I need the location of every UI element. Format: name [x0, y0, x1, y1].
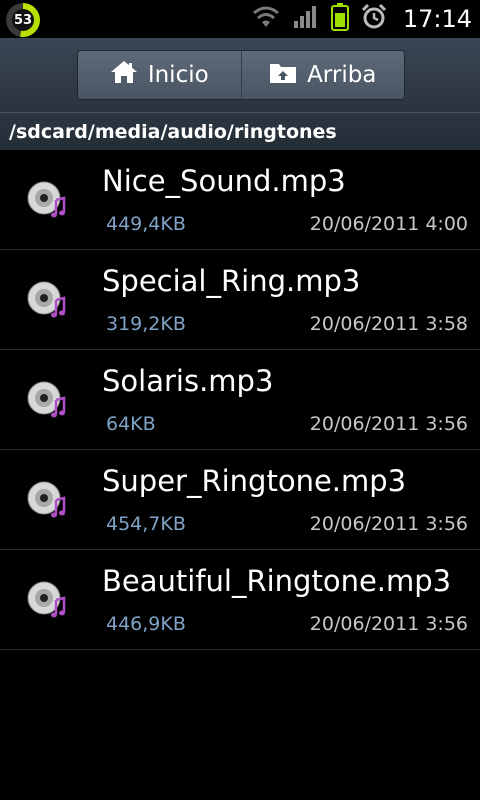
audio-file-icon [26, 380, 68, 420]
home-button[interactable]: Inicio [78, 51, 241, 99]
file-size: 446,9KB [106, 613, 186, 635]
alarm-icon [361, 3, 387, 34]
audio-file-icon [26, 580, 68, 620]
battery-widget: 53 [6, 3, 40, 37]
file-row[interactable]: Solaris.mp3 64KB 20/06/2011 3:56 [0, 350, 480, 450]
file-size: 454,7KB [106, 513, 186, 535]
status-time: 17:14 [402, 5, 472, 33]
audio-file-icon [26, 480, 68, 520]
file-date: 20/06/2011 3:58 [309, 313, 468, 335]
file-row[interactable]: Nice_Sound.mp3 449,4KB 20/06/2011 4:00 [0, 150, 480, 250]
status-bar: 53 17:14 [0, 0, 480, 38]
signal-icon [293, 5, 319, 33]
home-button-label: Inicio [147, 62, 209, 88]
home-icon [110, 59, 138, 91]
file-name: Beautiful_Ringtone.mp3 [102, 564, 452, 598]
status-icons: 17:14 [251, 0, 472, 38]
path-bar: /sdcard/media/audio/ringtones [0, 112, 480, 150]
file-size: 319,2KB [106, 313, 186, 335]
wifi-icon [251, 5, 281, 33]
file-name: Special_Ring.mp3 [102, 264, 361, 298]
toolbar: Inicio Arriba [0, 38, 480, 112]
file-date: 20/06/2011 3:56 [309, 413, 468, 435]
file-size: 449,4KB [106, 213, 186, 235]
up-button[interactable]: Arriba [240, 51, 404, 99]
file-date: 20/06/2011 3:56 [309, 613, 468, 635]
up-button-label: Arriba [307, 62, 377, 88]
file-name: Super_Ringtone.mp3 [102, 464, 407, 498]
file-date: 20/06/2011 4:00 [309, 213, 468, 235]
folder-up-icon [269, 60, 297, 90]
file-list: Nice_Sound.mp3 449,4KB 20/06/2011 4:00 S… [0, 150, 480, 650]
nav-button-group: Inicio Arriba [77, 50, 405, 100]
file-date: 20/06/2011 3:56 [309, 513, 468, 535]
file-row[interactable]: Beautiful_Ringtone.mp3 446,9KB 20/06/201… [0, 550, 480, 650]
audio-file-icon [26, 180, 68, 220]
file-name: Nice_Sound.mp3 [102, 164, 346, 198]
file-row[interactable]: Special_Ring.mp3 319,2KB 20/06/2011 3:58 [0, 250, 480, 350]
file-size: 64KB [106, 413, 156, 435]
battery-icon [330, 3, 349, 35]
file-name: Solaris.mp3 [102, 364, 274, 398]
battery-level: 53 [12, 9, 34, 31]
file-row[interactable]: Super_Ringtone.mp3 454,7KB 20/06/2011 3:… [0, 450, 480, 550]
audio-file-icon [26, 280, 68, 320]
